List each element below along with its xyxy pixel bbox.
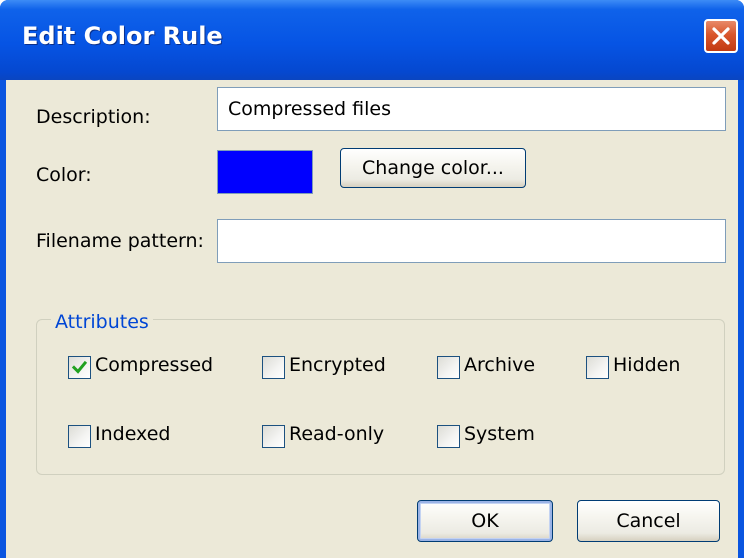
checkbox-indexed[interactable]: Indexed bbox=[68, 423, 218, 451]
title-bar[interactable]: Edit Color Rule bbox=[0, 0, 744, 80]
checkbox-hidden[interactable]: Hidden bbox=[586, 354, 706, 382]
checkbox-label: Compressed bbox=[95, 354, 214, 376]
checkbox-read-only[interactable]: Read-only bbox=[262, 423, 412, 451]
change-color-button[interactable]: Change color... bbox=[340, 148, 526, 188]
description-label: Description: bbox=[36, 106, 151, 128]
close-icon bbox=[712, 27, 730, 45]
color-swatch bbox=[217, 150, 313, 194]
checkbox-box[interactable] bbox=[262, 425, 285, 448]
checkbox-box[interactable] bbox=[437, 425, 460, 448]
cancel-button[interactable]: Cancel bbox=[577, 500, 720, 542]
checkbox-box[interactable] bbox=[586, 356, 609, 379]
checkbox-box[interactable] bbox=[68, 425, 91, 448]
checkbox-label: Read-only bbox=[289, 423, 385, 445]
checkbox-box[interactable] bbox=[262, 356, 285, 379]
filename-pattern-label: Filename pattern: bbox=[36, 230, 204, 252]
dialog-body: Description: Compressed files Color: Cha… bbox=[6, 80, 738, 558]
attributes-legend: Attributes bbox=[51, 311, 153, 333]
checkbox-system[interactable]: System bbox=[437, 423, 567, 451]
attributes-group bbox=[36, 319, 725, 475]
checkbox-label: Archive bbox=[464, 354, 536, 376]
checkbox-box[interactable] bbox=[437, 356, 460, 379]
close-button[interactable] bbox=[704, 19, 738, 53]
dialog-window: Edit Color Rule Description: Compressed … bbox=[0, 0, 744, 558]
checkbox-label: Indexed bbox=[95, 423, 171, 445]
checkbox-box[interactable] bbox=[68, 356, 91, 379]
checkbox-label: System bbox=[464, 423, 535, 445]
ok-button[interactable]: OK bbox=[417, 500, 553, 542]
checkbox-encrypted[interactable]: Encrypted bbox=[262, 354, 412, 382]
checkmark-icon bbox=[71, 360, 88, 374]
color-label: Color: bbox=[36, 164, 92, 186]
checkbox-archive[interactable]: Archive bbox=[437, 354, 567, 382]
checkbox-label: Encrypted bbox=[289, 354, 386, 376]
checkbox-compressed[interactable]: Compressed bbox=[68, 354, 238, 382]
filename-pattern-input[interactable] bbox=[217, 219, 726, 263]
window-title: Edit Color Rule bbox=[22, 22, 223, 50]
description-input[interactable]: Compressed files bbox=[217, 87, 726, 131]
checkbox-label: Hidden bbox=[613, 354, 681, 376]
